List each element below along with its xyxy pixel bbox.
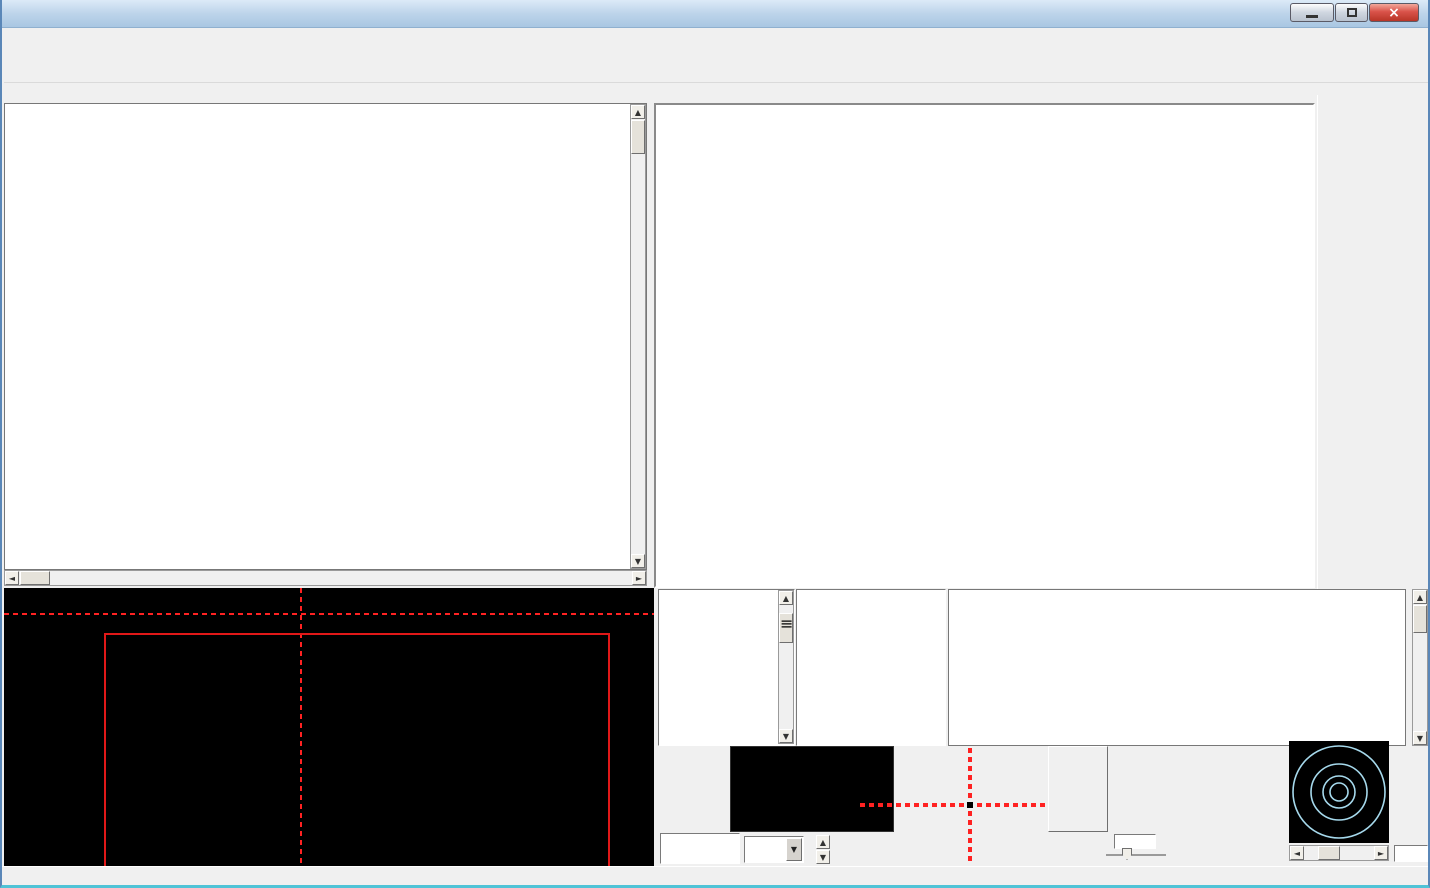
stage-crosshair-center: [967, 802, 973, 808]
scroll-left-button[interactable]: ◄: [5, 571, 19, 585]
report-chart-panel: [654, 103, 1315, 588]
measured-rectangle-outline: [104, 633, 610, 866]
scroll-thumb[interactable]: [631, 120, 645, 154]
annotation-detail-panel: [796, 589, 946, 746]
light-ring-icon: [1289, 741, 1389, 843]
crosshair-horizontal-line: [4, 613, 654, 615]
measurement-tool-palette: [1317, 95, 1430, 595]
light-intensity-scrollbar[interactable]: ◄ ►: [1289, 845, 1389, 861]
result-table-scrollbar[interactable]: ▲ ▼: [1412, 589, 1428, 746]
spin-up-button[interactable]: ▲: [816, 835, 830, 849]
title-bar: ×: [2, 0, 1430, 28]
stage-crosshair-horizontal: [860, 803, 1050, 807]
application-window: × ▲ ▼ ◄ ► ▲ ≡ ▼ ▲ ▼: [0, 0, 1430, 888]
minimize-button[interactable]: [1290, 3, 1334, 22]
length-status-box: [660, 833, 740, 864]
scroll-left-button[interactable]: ◄: [1290, 846, 1304, 860]
scroll-down-button[interactable]: ▼: [779, 729, 793, 743]
light-value-field[interactable]: [1394, 845, 1428, 862]
alignment-list-scrollbar[interactable]: ▲ ≡ ▼: [778, 590, 794, 744]
machine-control-panel: ▼ ▲ ▼ ◄ ►: [656, 746, 1430, 866]
scroll-thumb[interactable]: ≡: [779, 613, 793, 643]
light-ring-control[interactable]: [1289, 741, 1389, 843]
scroll-thumb[interactable]: [1413, 605, 1427, 633]
main-toolbar: [4, 47, 1428, 83]
alignment-annotation-list: [658, 589, 795, 746]
scroll-down-button[interactable]: ▼: [1413, 731, 1427, 745]
status-bar: [2, 866, 1430, 886]
scroll-thumb[interactable]: [20, 571, 50, 585]
speed-slider-thumb[interactable]: [1122, 848, 1132, 860]
image-workspace-canvas[interactable]: [4, 588, 654, 866]
scroll-down-button[interactable]: ▼: [631, 554, 645, 568]
scroll-up-button[interactable]: ▲: [631, 105, 645, 119]
step-value-field[interactable]: [1114, 834, 1156, 849]
scroll-up-button[interactable]: ▲: [1413, 590, 1427, 604]
close-button[interactable]: ×: [1369, 3, 1419, 22]
scroll-up-button[interactable]: ▲: [779, 591, 793, 605]
close-icon: ×: [1388, 5, 1400, 21]
spin-down-button[interactable]: ▼: [816, 850, 830, 864]
menu-bar: [4, 29, 1428, 47]
maximize-icon: [1347, 8, 1357, 17]
data-record-table: [4, 103, 647, 570]
motion-mode-group: [1048, 746, 1108, 832]
maximize-button[interactable]: [1335, 3, 1368, 22]
minimize-icon: [1306, 15, 1318, 18]
scroll-right-button[interactable]: ►: [632, 571, 646, 585]
speed-slider-track[interactable]: [1106, 854, 1166, 856]
scroll-right-button[interactable]: ►: [1374, 846, 1388, 860]
measurement-result-table: [948, 589, 1406, 746]
table-horizontal-scrollbar[interactable]: ◄ ►: [4, 570, 647, 586]
table-vertical-scrollbar[interactable]: ▲ ▼: [630, 104, 646, 569]
position-readout-display: [730, 746, 894, 832]
chevron-down-icon[interactable]: ▼: [786, 838, 802, 861]
scroll-thumb[interactable]: [1318, 846, 1340, 860]
speed-select[interactable]: ▼: [744, 836, 804, 863]
